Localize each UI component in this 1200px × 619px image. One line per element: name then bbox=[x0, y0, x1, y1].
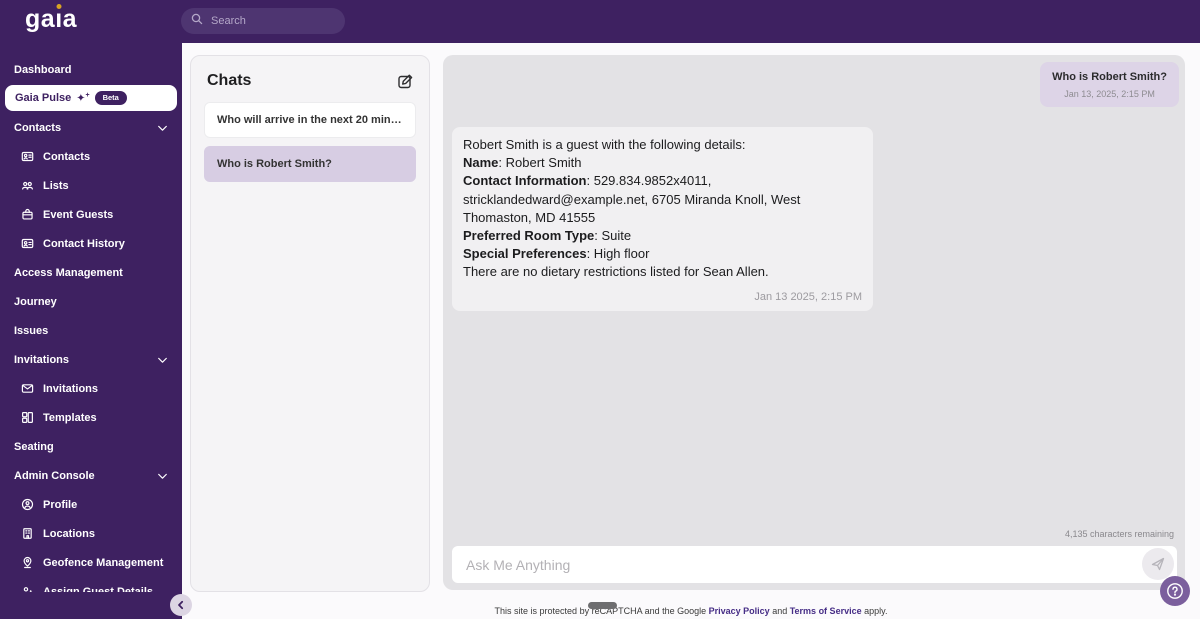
chats-title: Chats bbox=[207, 72, 252, 89]
app-logo[interactable]: gaı a bbox=[25, 4, 77, 34]
sidebar-item-issues[interactable]: Issues bbox=[0, 316, 182, 345]
chevron-down-icon bbox=[156, 121, 169, 134]
horizontal-scrollbar-thumb[interactable] bbox=[588, 602, 617, 609]
sidebar-item-label: Invitations bbox=[43, 382, 99, 395]
sidebar-item-label: Access Management bbox=[14, 266, 123, 279]
sidebar-item-contacts[interactable]: Contacts bbox=[0, 142, 182, 171]
sidebar-item-invitations[interactable]: Invitations bbox=[0, 345, 182, 374]
sidebar-item-label: Invitations bbox=[14, 353, 70, 366]
bag-icon bbox=[21, 208, 34, 221]
beta-badge: Beta bbox=[94, 91, 127, 105]
sidebar-item-label: Lists bbox=[43, 179, 69, 192]
search-input[interactable] bbox=[211, 15, 321, 27]
sidebar-item-label: Contacts bbox=[43, 150, 91, 163]
sidebar-nav: Dashboard Gaia Pulse ✦+ Beta Contacts Contact… bbox=[0, 43, 182, 592]
sidebar-item-journey[interactable]: Journey bbox=[0, 287, 182, 316]
sidebar-item-gaia-pulse[interactable]: Gaia Pulse ✦+ Beta bbox=[5, 85, 177, 111]
assistant-message-bubble: Robert Smith is a guest with the followi… bbox=[452, 127, 873, 311]
assistant-message-text: Robert Smith is a guest with the followi… bbox=[463, 136, 862, 282]
sidebar-item-label: Locations bbox=[43, 527, 95, 540]
sidebar-item-seating[interactable]: Seating bbox=[0, 432, 182, 461]
sidebar-item-label: Profile bbox=[43, 498, 78, 511]
sidebar-item-label: Issues bbox=[14, 324, 49, 337]
footer-text: apply. bbox=[861, 606, 888, 616]
sidebar-item-label: Journey bbox=[14, 295, 57, 308]
template-icon bbox=[21, 411, 34, 424]
sidebar-item-dashboard[interactable]: Dashboard bbox=[0, 55, 182, 84]
sidebar-item-label: Admin Console bbox=[14, 469, 95, 482]
paper-plane-icon bbox=[1150, 556, 1166, 572]
sidebar-item-invitations[interactable]: Invitations bbox=[0, 374, 182, 403]
sidebar-item-label: Seating bbox=[14, 440, 54, 453]
recaptcha-footer: This site is protected by reCAPTCHA and … bbox=[182, 606, 1200, 616]
sidebar-item-profile[interactable]: Profile bbox=[0, 490, 182, 519]
chat-list: Who will arrive in the next 20 minu... Wh… bbox=[191, 102, 429, 182]
sidebar-item-event-guests[interactable]: Event Guests bbox=[0, 200, 182, 229]
sidebar-item-label: Contacts bbox=[14, 121, 62, 134]
conversation-panel: Who is Robert Smith? Jan 13, 2025, 2:15 … bbox=[443, 55, 1185, 590]
search-icon bbox=[191, 12, 203, 30]
terms-of-service-link[interactable]: Terms of Service bbox=[790, 606, 862, 616]
chat-list-item[interactable]: Who will arrive in the next 20 minu... bbox=[204, 102, 416, 138]
sidebar-item-contacts[interactable]: Contacts bbox=[0, 113, 182, 142]
characters-remaining: 4,135 characters remaining bbox=[1064, 529, 1174, 539]
chevron-left-icon bbox=[176, 600, 186, 610]
person-circle-icon bbox=[21, 498, 34, 511]
contact-card-icon bbox=[21, 150, 34, 163]
sidebar-item-label: Contact History bbox=[43, 237, 125, 250]
person-gear-icon bbox=[21, 585, 34, 592]
help-button[interactable] bbox=[1160, 576, 1190, 606]
privacy-policy-link[interactable]: Privacy Policy bbox=[709, 606, 770, 616]
user-message-bubble: Who is Robert Smith? Jan 13, 2025, 2:15 … bbox=[1040, 62, 1179, 107]
message-input[interactable] bbox=[452, 556, 1177, 573]
sidebar-item-templates[interactable]: Templates bbox=[0, 403, 182, 432]
user-message-text: Who is Robert Smith? bbox=[1052, 71, 1167, 83]
sidebar-item-label: Geofence Management bbox=[43, 556, 164, 569]
assistant-message-line: Robert Smith is a guest with the followi… bbox=[463, 137, 746, 152]
sidebar: Dashboard Gaia Pulse ✦+ Beta Contacts Contact… bbox=[0, 0, 182, 619]
sidebar-item-label: Templates bbox=[43, 411, 97, 424]
new-chat-icon[interactable] bbox=[397, 73, 414, 90]
assistant-message-timestamp: Jan 13 2025, 2:15 PM bbox=[754, 290, 862, 303]
main-content: Chats Who will arrive in the next 20 min… bbox=[182, 43, 1200, 619]
chat-list-item[interactable]: Who is Robert Smith? bbox=[204, 146, 416, 182]
map-pin-icon bbox=[21, 556, 34, 569]
sidebar-item-label: Event Guests bbox=[43, 208, 114, 221]
chevron-down-icon bbox=[156, 469, 169, 482]
sidebar-item-lists[interactable]: Lists bbox=[0, 171, 182, 200]
chevron-down-icon bbox=[156, 353, 169, 366]
user-message-timestamp: Jan 13, 2025, 2:15 PM bbox=[1064, 89, 1155, 99]
sidebar-item-contact-history[interactable]: Contact History bbox=[0, 229, 182, 258]
composer bbox=[452, 546, 1177, 583]
sidebar-item-admin-console[interactable]: Admin Console bbox=[0, 461, 182, 490]
sidebar-item-label: Assign Guest Details bbox=[43, 585, 154, 593]
assistant-message-line: There are no dietary restrictions listed… bbox=[463, 264, 769, 280]
sidebar-item-assign-guest-details[interactable]: Assign Guest Details bbox=[0, 577, 182, 592]
topbar: gaı a bbox=[0, 0, 1200, 43]
assistant-message-line: Name: Robert Smith bbox=[463, 155, 582, 171]
sidebar-item-label: Dashboard bbox=[14, 63, 72, 76]
sidebar-collapse-button[interactable] bbox=[170, 594, 192, 616]
sidebar-item-locations[interactable]: Locations bbox=[0, 519, 182, 548]
footer-text: and bbox=[769, 606, 790, 616]
sidebar-item-geofence-management[interactable]: Geofence Management bbox=[0, 548, 182, 577]
sparkle-icon: ✦+ bbox=[76, 91, 90, 105]
send-button[interactable] bbox=[1142, 548, 1174, 580]
history-card-icon bbox=[21, 237, 34, 250]
envelope-icon bbox=[21, 382, 34, 395]
sidebar-item-access-management[interactable]: Access Management bbox=[0, 258, 182, 287]
search-bar[interactable] bbox=[181, 8, 345, 34]
assistant-message-line: Special Preferences: High floor bbox=[463, 246, 650, 262]
chats-panel: Chats Who will arrive in the next 20 min… bbox=[190, 55, 430, 592]
assistant-message-line: Contact Information: 529.834.9852x4011, … bbox=[463, 173, 801, 225]
assistant-message-line: Preferred Room Type: Suite bbox=[463, 228, 632, 244]
sidebar-item-label: Gaia Pulse bbox=[15, 92, 72, 104]
question-mark-icon bbox=[1165, 581, 1185, 601]
people-icon bbox=[21, 179, 34, 192]
building-icon bbox=[21, 527, 34, 540]
